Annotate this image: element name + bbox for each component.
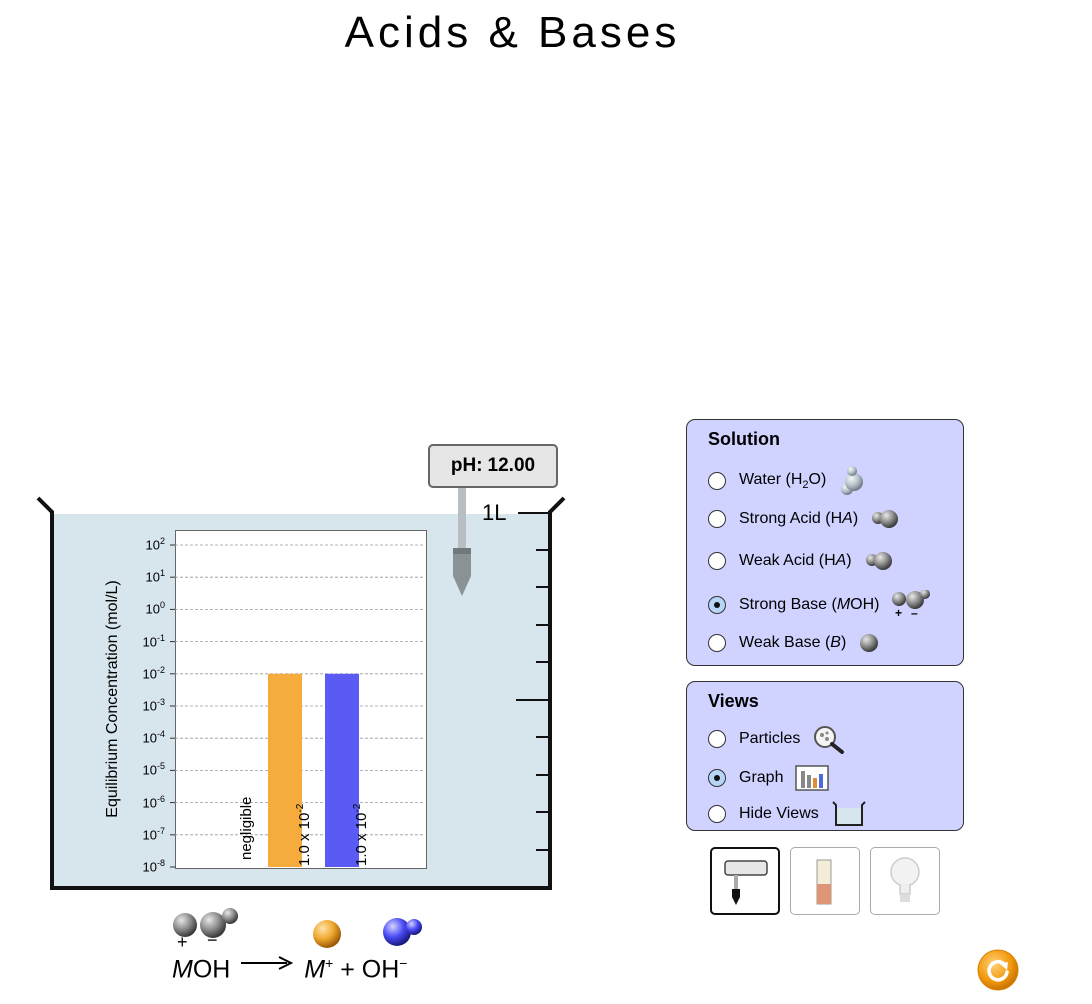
solution-heading: Solution bbox=[708, 429, 780, 449]
radio-button[interactable] bbox=[708, 634, 726, 652]
solution-option-strong-acid[interactable]: Strong Acid (HA) bbox=[708, 508, 900, 530]
radio-button-selected[interactable] bbox=[708, 596, 726, 614]
y-tick-label: 10-1 bbox=[142, 632, 165, 649]
y-tick-label: 10-2 bbox=[142, 664, 165, 682]
solution-panel: Solution Water (H2O) Strong Acid (HA) We… bbox=[686, 419, 964, 666]
hydrogen-atom-icon bbox=[222, 908, 238, 924]
ph-value: 12.00 bbox=[487, 455, 536, 476]
y-tick-label: 100 bbox=[145, 600, 165, 617]
plus-charge: + bbox=[177, 932, 188, 952]
solution-option-strong-base[interactable]: Strong Base (MOH) + – bbox=[708, 590, 935, 620]
view-option-hide-views[interactable]: Hide Views bbox=[708, 800, 867, 828]
y-tick-label: 102 bbox=[145, 536, 165, 553]
hydroxide-h-icon bbox=[406, 919, 422, 935]
radio-button[interactable] bbox=[708, 552, 726, 570]
svg-text:–: – bbox=[911, 606, 918, 620]
minus-charge: − bbox=[207, 930, 218, 950]
y-axis-label: Equilibrium Concentration (mol/L) bbox=[104, 580, 121, 818]
page-title: Acids & Bases bbox=[344, 8, 681, 57]
hydroxide-o-icon bbox=[383, 918, 411, 946]
radio-button[interactable] bbox=[708, 510, 726, 528]
ph-paper-tool-button[interactable] bbox=[790, 847, 860, 915]
radio-button-selected[interactable] bbox=[708, 769, 726, 787]
solution-option-weak-base[interactable]: Weak Base (B) bbox=[708, 632, 880, 654]
y-tick-label: 10-5 bbox=[142, 761, 165, 778]
weak-base-molecule-icon bbox=[860, 634, 879, 652]
magnifier-icon bbox=[814, 726, 845, 754]
light-bulb-icon bbox=[890, 857, 920, 902]
y-tick-label: 10-3 bbox=[142, 697, 165, 714]
metal-ion-icon bbox=[313, 920, 341, 948]
acid-molecule-icon bbox=[872, 510, 899, 528]
solution-option-water[interactable]: Water (H2O) bbox=[708, 465, 866, 497]
weak-acid-molecule-icon bbox=[865, 552, 892, 570]
ph-paper-icon bbox=[816, 859, 832, 905]
ph-meter-display: pH: 12.00 bbox=[428, 444, 558, 488]
bar-label-hydroxide: 1.0 x 10-2 bbox=[352, 803, 370, 866]
view-option-particles[interactable]: Particles bbox=[708, 724, 846, 754]
radio-button[interactable] bbox=[708, 805, 726, 823]
views-heading: Views bbox=[708, 691, 759, 711]
view-option-graph[interactable]: Graph bbox=[708, 765, 830, 791]
views-panel: Views Particles Graph Hide Views bbox=[686, 681, 964, 831]
ph-meter-icon bbox=[724, 860, 768, 905]
y-tick-label: 10-4 bbox=[142, 729, 165, 746]
water-molecule-icon bbox=[841, 466, 864, 495]
reaction-arrow-icon bbox=[241, 956, 294, 971]
ph-probe[interactable] bbox=[448, 488, 478, 598]
ph-meter-tool-button[interactable] bbox=[710, 847, 780, 915]
bar-label-negligible: negligible bbox=[238, 796, 255, 860]
radio-button[interactable] bbox=[708, 730, 726, 748]
volume-label: 1L bbox=[482, 500, 507, 525]
y-tick-label: 10-6 bbox=[142, 793, 165, 810]
reset-button[interactable] bbox=[976, 948, 1020, 992]
conductivity-tool-button[interactable] bbox=[870, 847, 940, 915]
reaction-equation: MOH M+ + OH− bbox=[172, 955, 408, 984]
y-tick-label: 101 bbox=[145, 568, 165, 585]
beaker-icon bbox=[832, 801, 866, 826]
radio-button[interactable] bbox=[708, 472, 726, 490]
y-tick-label: 10-7 bbox=[142, 825, 165, 843]
bar-label-metal-ion: 1.0 x 10-2 bbox=[295, 803, 313, 866]
svg-text:+: + bbox=[895, 606, 902, 620]
bar-graph-icon bbox=[795, 765, 830, 791]
strong-base-molecule-icon: + – bbox=[892, 590, 931, 620]
ph-label: pH: bbox=[450, 455, 483, 476]
y-tick-label: 10-8 bbox=[142, 858, 165, 875]
solution-option-weak-acid[interactable]: Weak Acid (HA) bbox=[708, 550, 894, 572]
